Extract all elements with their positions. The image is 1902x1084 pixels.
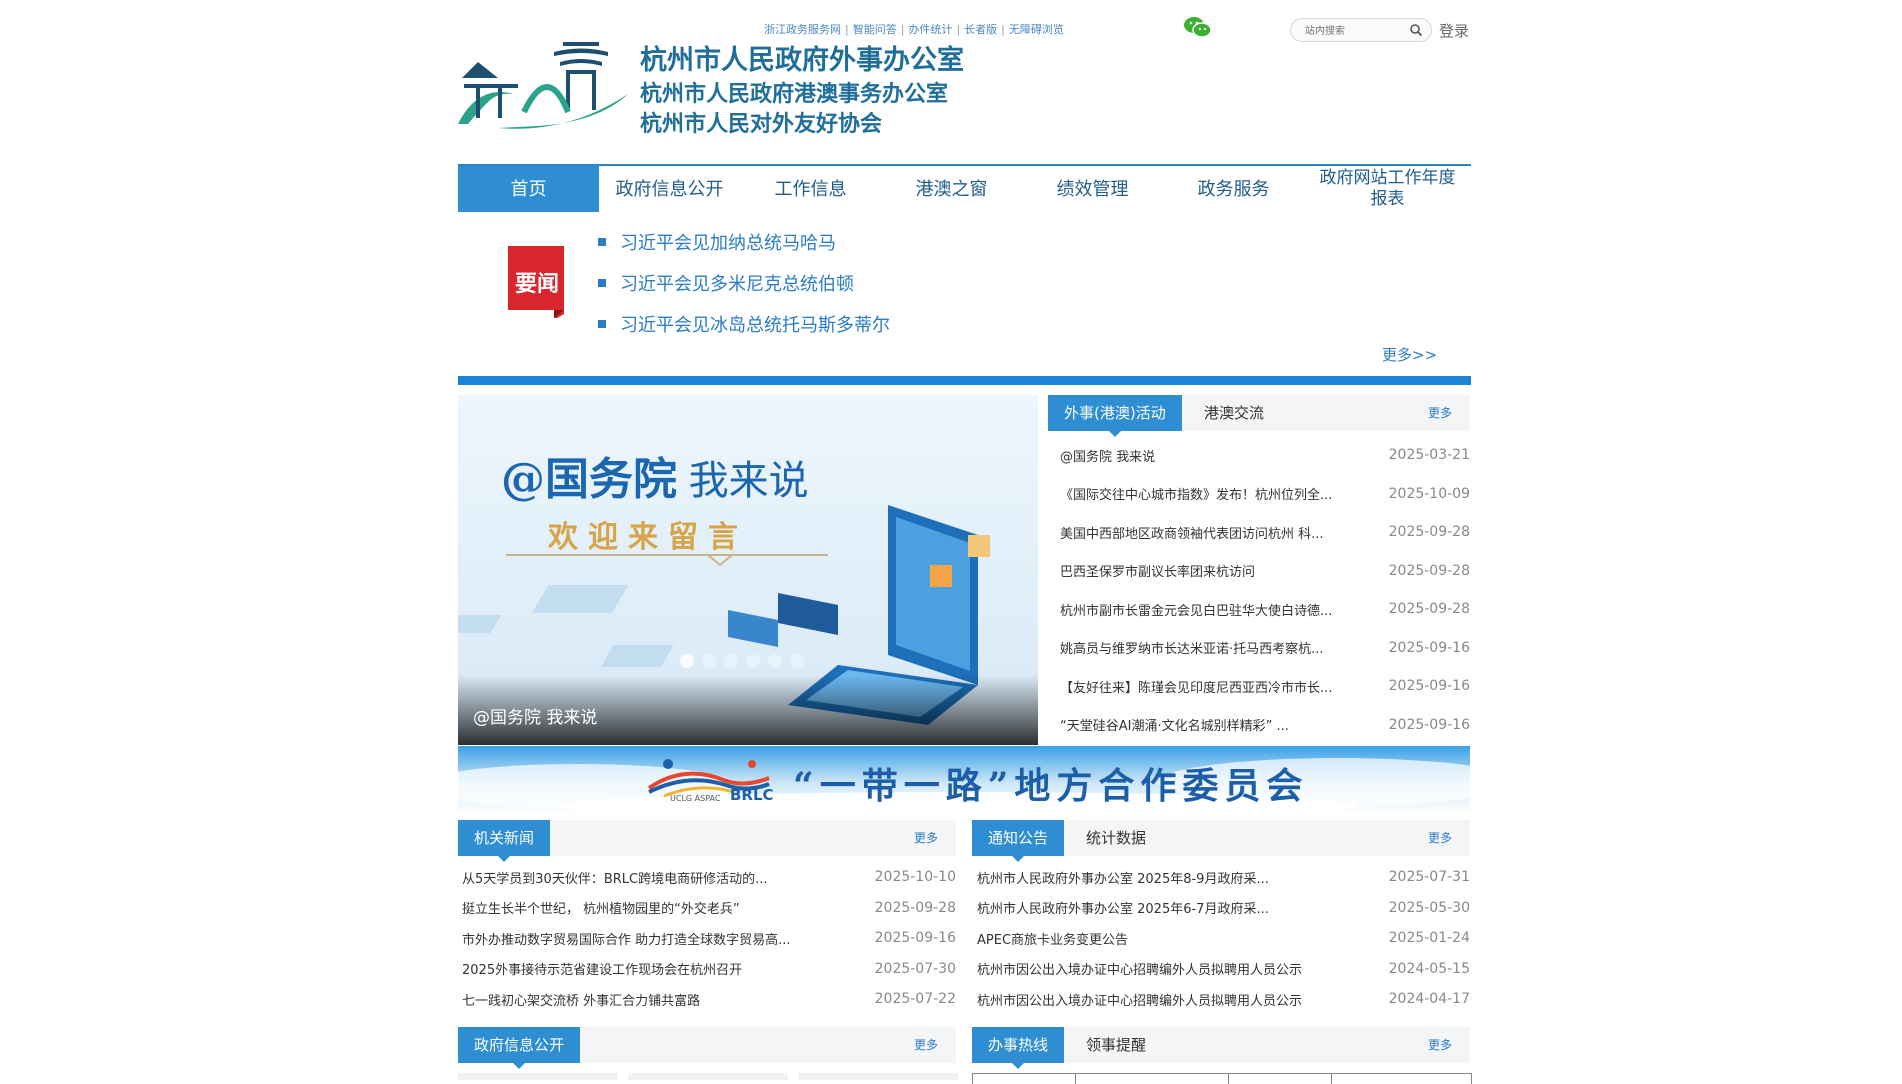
nav-work-info[interactable]: 工作信息 bbox=[740, 166, 881, 212]
brlc-logo-text: BRLC bbox=[730, 786, 774, 804]
tab-activities[interactable]: 外事(港澳)活动 bbox=[1048, 395, 1182, 437]
carousel-dot[interactable] bbox=[768, 654, 782, 668]
notices-list: 杭州市人民政府外事办公室 2025年8-9月政府采... 2025-07-31 杭… bbox=[977, 862, 1470, 1015]
banner-title: @国务院 我来说 bbox=[501, 443, 809, 507]
yaowen-badge-text: 要闻 bbox=[514, 272, 559, 297]
carousel-dot[interactable] bbox=[702, 654, 716, 668]
headline-item[interactable]: 习近平会见加纳总统马哈马 bbox=[598, 230, 890, 271]
main-nav: 首页 政府信息公开 工作信息 港澳之窗 绩效管理 政务服务 政府网站工作年度报表 bbox=[458, 166, 1471, 212]
notices-more-link[interactable]: 更多 bbox=[1428, 820, 1452, 856]
login-link[interactable]: 登录 bbox=[1439, 20, 1469, 41]
list-item[interactable]: 市外办推动数字贸易国际合作 助力打造全球数字贸易高... 2025-09-16 bbox=[462, 923, 956, 954]
gov-info-box[interactable] bbox=[798, 1073, 958, 1080]
agency-news-tabbar: 机关新闻 更多 bbox=[458, 820, 956, 862]
headlines-more-link[interactable]: 更多>> bbox=[1382, 344, 1437, 365]
yaowen-badge: 要闻 bbox=[508, 246, 566, 318]
brlc-logo: UCLG ASPAC BRLC bbox=[644, 752, 774, 806]
gov-info-boxes bbox=[458, 1073, 958, 1080]
org-name-friendship: 杭州市人民对外友好协会 bbox=[640, 111, 883, 137]
section-divider bbox=[458, 376, 1471, 385]
activities-more-link[interactable]: 更多 bbox=[1428, 395, 1452, 431]
carousel-dot[interactable] bbox=[724, 654, 738, 668]
carousel-dot[interactable] bbox=[790, 654, 804, 668]
agency-news-more-link[interactable]: 更多 bbox=[914, 820, 938, 856]
nav-performance[interactable]: 绩效管理 bbox=[1022, 166, 1163, 212]
tab-notices[interactable]: 通知公告 bbox=[972, 820, 1065, 862]
list-item[interactable]: 从5天学员到30天伙伴：BRLC跨境电商研修活动的... 2025-10-10 bbox=[462, 862, 956, 893]
org-name-fao: 杭州市人民政府外事办公室 bbox=[640, 45, 964, 76]
search-input[interactable] bbox=[1303, 25, 1407, 38]
gov-info-box[interactable] bbox=[628, 1073, 788, 1080]
gov-info-more-link[interactable]: 更多 bbox=[914, 1027, 938, 1063]
list-item[interactable]: 《国际交往中心城市指数》发布！杭州位列全... 2025-10-09 bbox=[1060, 475, 1470, 514]
hangzhou-logo[interactable] bbox=[458, 42, 630, 132]
tab-hk-exchange[interactable]: 港澳交流 bbox=[1204, 395, 1264, 431]
carousel-dot[interactable] bbox=[746, 654, 760, 668]
list-item[interactable]: 美国中西部地区政商领袖代表团访问杭州 科... 2025-09-28 bbox=[1060, 513, 1470, 552]
org-name-hkmao: 杭州市人民政府港澳事务办公室 bbox=[640, 81, 949, 107]
headline-item[interactable]: 习近平会见冰岛总统托马斯多蒂尔 bbox=[598, 312, 890, 353]
activities-tabbar: 外事(港澳)活动 港澳交流 更多 bbox=[1048, 395, 1470, 437]
top-link-elder[interactable]: 长者版 bbox=[964, 23, 997, 36]
list-item[interactable]: 杭州市因公出入境办证中心招聘编外人员拟聘用人员公示 2024-05-15 bbox=[977, 954, 1470, 985]
list-item[interactable]: 杭州市因公出入境办证中心招聘编外人员拟聘用人员公示 2024-04-17 bbox=[977, 984, 1470, 1015]
list-item[interactable]: 七一践初心架交流桥 外事汇合力铺共富路 2025-07-22 bbox=[462, 984, 956, 1015]
tab-gov-info[interactable]: 政府信息公开 bbox=[458, 1027, 581, 1069]
brlc-logo-sub: UCLG ASPAC bbox=[670, 794, 721, 803]
carousel-dots bbox=[680, 654, 804, 668]
list-item[interactable]: @国务院 我来说 2025-03-21 bbox=[1060, 436, 1470, 475]
nav-annual-report[interactable]: 政府网站工作年度报表 bbox=[1304, 166, 1471, 212]
banner-subtitle: 欢迎来留言 bbox=[548, 520, 748, 555]
list-item[interactable]: 杭州市副市长雷金元会见白巴驻华大使白诗德... 2025-09-28 bbox=[1060, 590, 1470, 629]
top-link-accessible[interactable]: 无障碍浏览 bbox=[1009, 23, 1064, 36]
carousel-dot[interactable] bbox=[680, 654, 694, 668]
list-item[interactable]: APEC商旅卡业务变更公告 2025-01-24 bbox=[977, 923, 1470, 954]
hotline-cell bbox=[1076, 1074, 1229, 1084]
list-item[interactable]: 【友好往来】陈瑾会见印度尼西亚西冷市市长... 2025-09-16 bbox=[1060, 667, 1470, 706]
nav-gov-info[interactable]: 政府信息公开 bbox=[599, 166, 740, 212]
nav-hk-macao[interactable]: 港澳之窗 bbox=[881, 166, 1022, 212]
tab-hotline[interactable]: 办事热线 bbox=[972, 1027, 1065, 1069]
search-icon[interactable] bbox=[1409, 23, 1423, 37]
gov-info-box[interactable] bbox=[458, 1073, 618, 1080]
hotline-cell bbox=[1229, 1074, 1332, 1084]
activities-list: @国务院 我来说 2025-03-21 《国际交往中心城市指数》发布！杭州位列全.… bbox=[1060, 436, 1470, 744]
banner-title-say: 我来说 bbox=[688, 458, 809, 504]
nav-services[interactable]: 政务服务 bbox=[1163, 166, 1304, 212]
hotline-cell bbox=[973, 1074, 1076, 1084]
agency-news-list: 从5天学员到30天伙伴：BRLC跨境电商研修活动的... 2025-10-10 挺… bbox=[462, 862, 956, 1015]
hotline-tabbar: 办事热线 领事提醒 更多 bbox=[972, 1027, 1470, 1069]
notices-tabbar: 通知公告 统计数据 更多 bbox=[972, 820, 1470, 862]
list-item[interactable]: 杭州市人民政府外事办公室 2025年6-7月政府采... 2025-05-30 bbox=[977, 893, 1470, 924]
headline-list: 习近平会见加纳总统马哈马 习近平会见多米尼克总统伯顿 习近平会见冰岛总统托马斯多… bbox=[598, 230, 890, 353]
brlc-title: “一带一路”地方合作委员会 bbox=[793, 765, 1309, 807]
top-link-zjzwfw[interactable]: 浙江政务服务网 bbox=[764, 23, 841, 36]
banner-title-at: @国务院 bbox=[501, 454, 677, 505]
banner-caption[interactable]: @国务院 我来说 bbox=[473, 703, 597, 728]
top-link-qa[interactable]: 智能问答 bbox=[853, 23, 897, 36]
list-item[interactable]: 杭州市人民政府外事办公室 2025年8-9月政府采... 2025-07-31 bbox=[977, 862, 1470, 893]
hotline-table bbox=[972, 1073, 1472, 1084]
top-link-stats[interactable]: 办件统计 bbox=[908, 23, 952, 36]
list-item[interactable]: 2025外事接待示范省建设工作现场会在杭州召开 2025-07-30 bbox=[462, 954, 956, 985]
site-search bbox=[1290, 18, 1432, 42]
headline-item[interactable]: 习近平会见多米尼克总统伯顿 bbox=[598, 271, 890, 312]
carousel-banner[interactable]: @国务院 我来说 欢迎来留言 bbox=[458, 395, 1038, 745]
gov-info-tabbar: 政府信息公开 更多 bbox=[458, 1027, 956, 1069]
list-item[interactable]: 巴西圣保罗市副议长率团来杭访问 2025-09-28 bbox=[1060, 552, 1470, 591]
hotline-more-link[interactable]: 更多 bbox=[1428, 1027, 1452, 1063]
tab-consular[interactable]: 领事提醒 bbox=[1086, 1027, 1146, 1063]
hotline-cell bbox=[1332, 1074, 1470, 1084]
wechat-icon[interactable] bbox=[1183, 15, 1213, 39]
list-item[interactable]: “天堂硅谷AI潮涌·文化名城别样精彩” ... 2025-09-16 bbox=[1060, 706, 1470, 745]
tab-statistics[interactable]: 统计数据 bbox=[1086, 820, 1146, 856]
list-item[interactable]: 挺立生长半个世纪， 杭州植物园里的“外交老兵” 2025-09-28 bbox=[462, 893, 956, 924]
top-links: 浙江政务服务网 | 智能问答 | 办件统计 | 长者版 | 无障碍浏览 bbox=[764, 23, 1064, 36]
list-item[interactable]: 姚高员与维罗纳市长达米亚诺·托马西考察杭... 2025-09-16 bbox=[1060, 629, 1470, 668]
tab-agency-news[interactable]: 机关新闻 bbox=[458, 820, 551, 862]
nav-home[interactable]: 首页 bbox=[458, 166, 599, 212]
